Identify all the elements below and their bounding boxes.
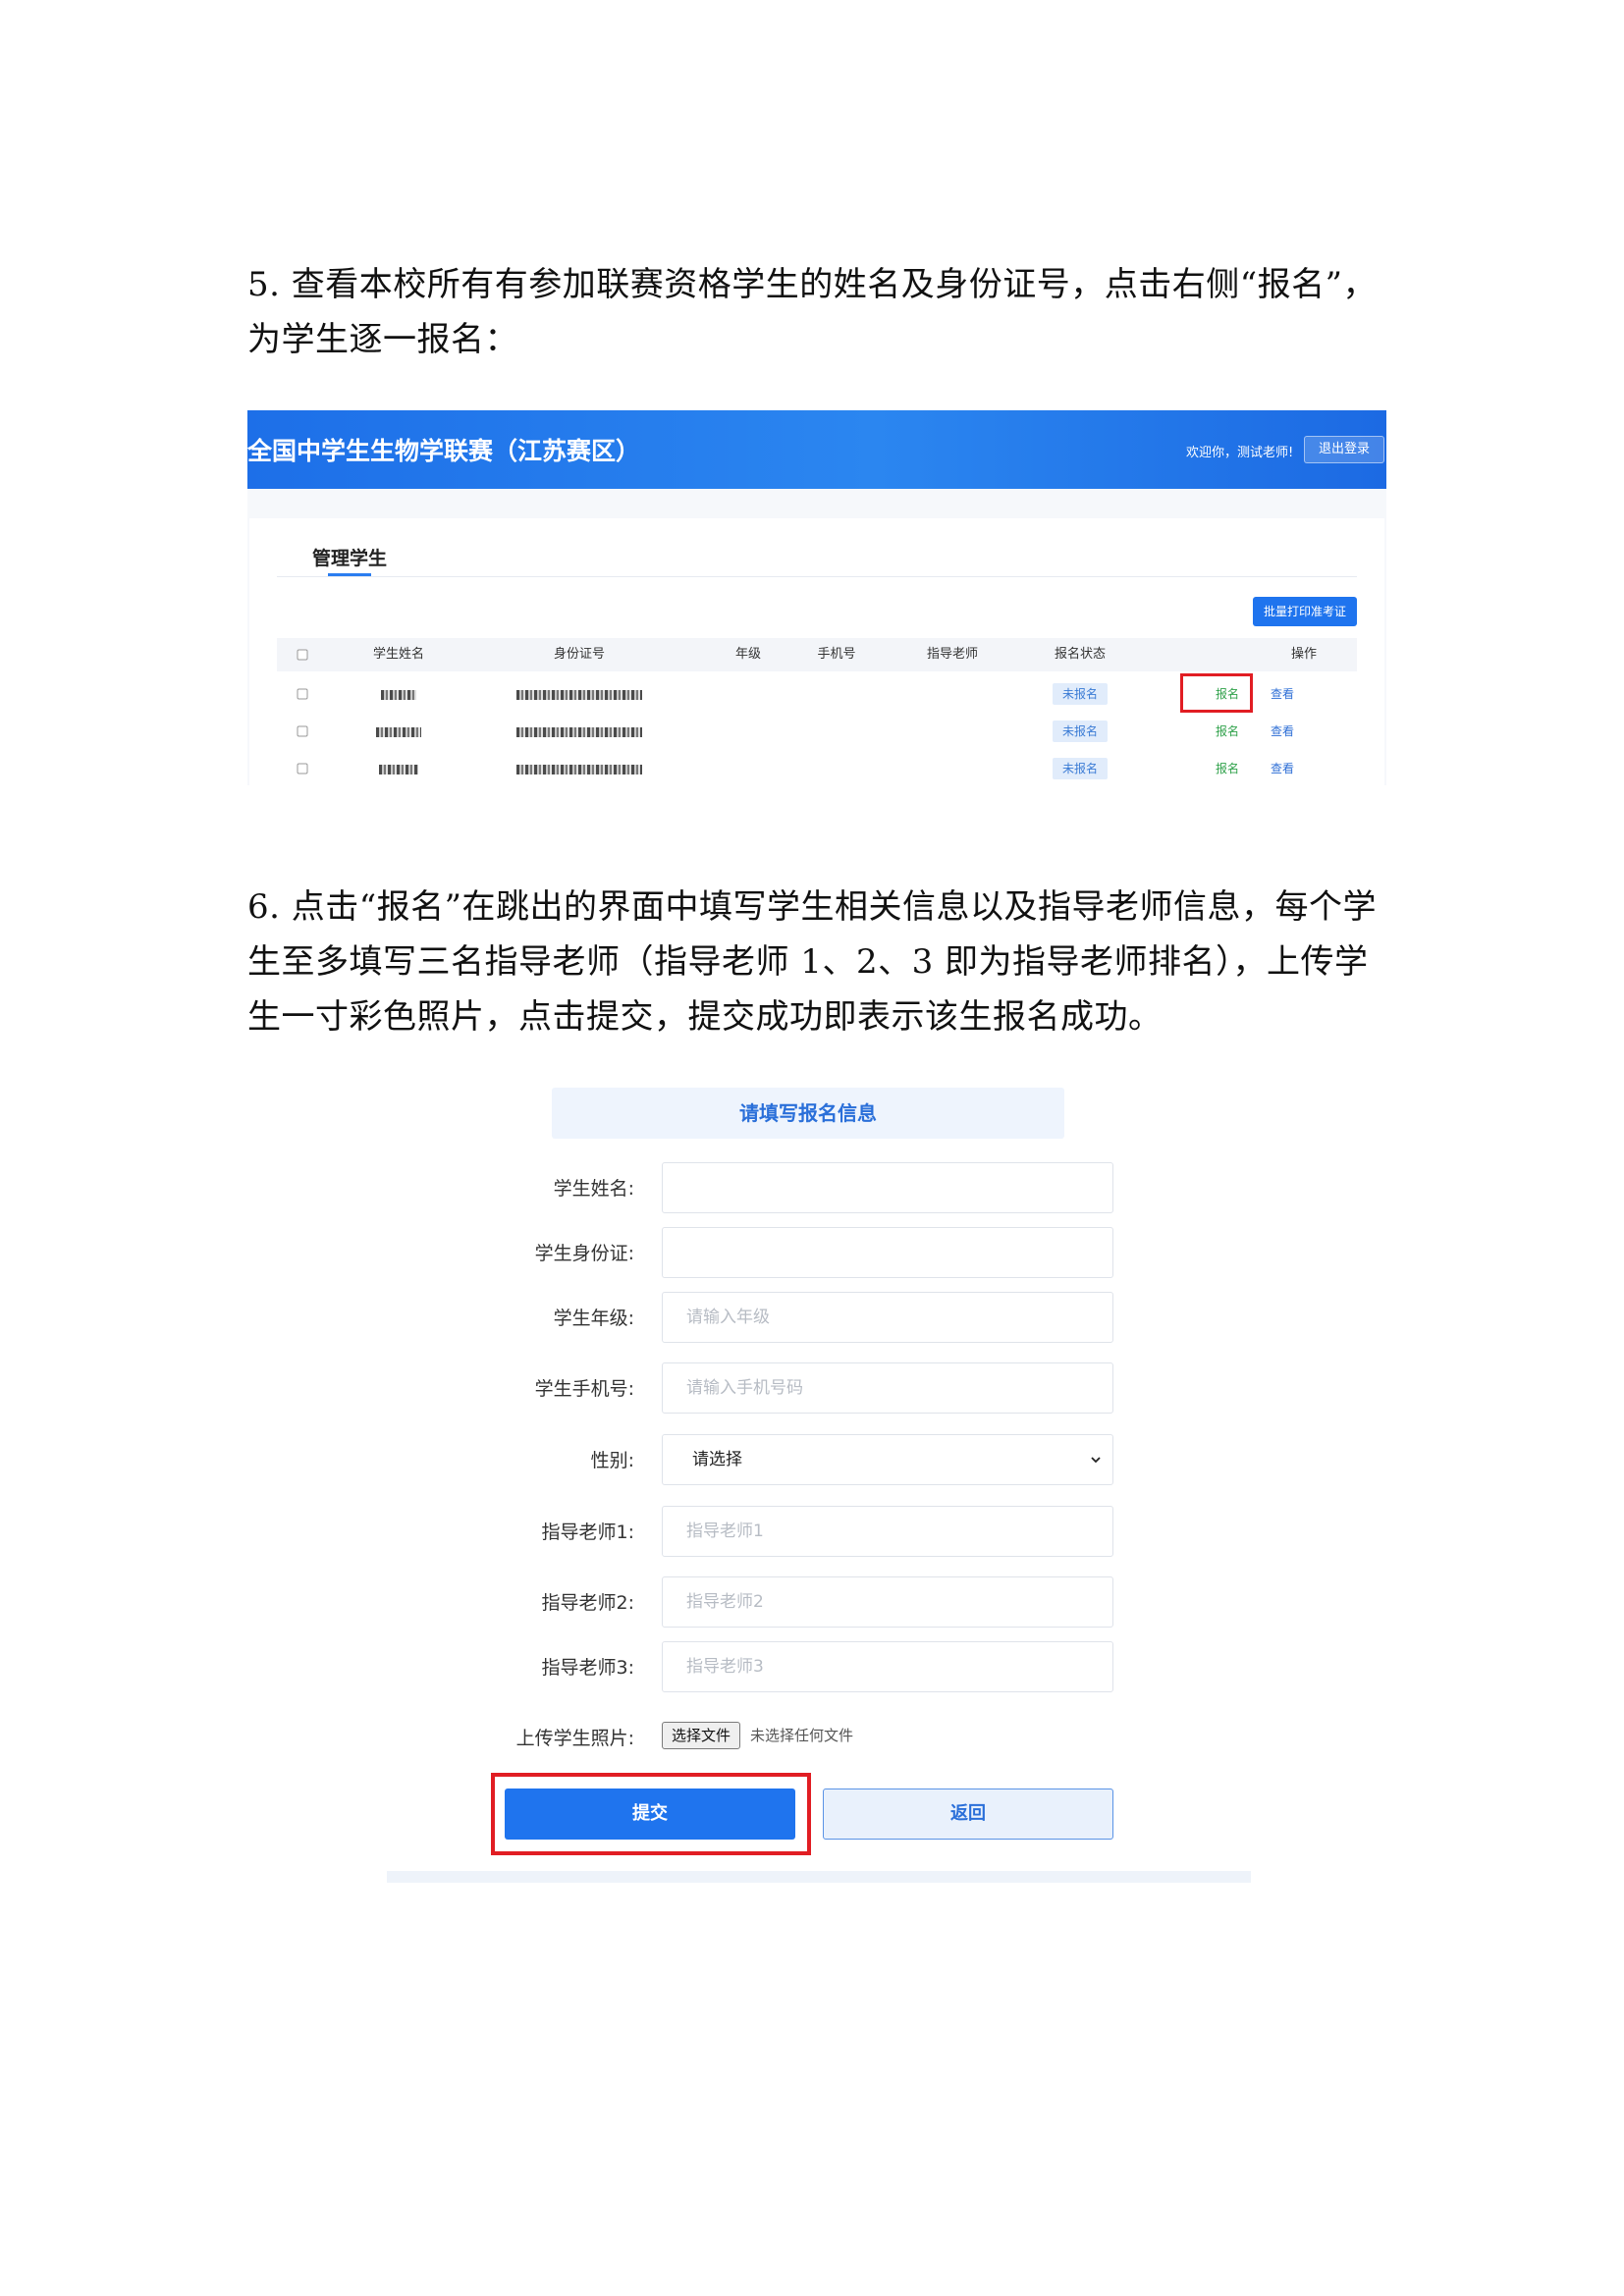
status-badge: 未报名: [1052, 683, 1109, 705]
register-highlight-box: [1180, 673, 1253, 713]
step-6-instruction: 6. 点击“报名”在跳出的界面中填写学生相关信息以及指导老师信息，每个学生至多填…: [247, 887, 1378, 1037]
photo-upload-label: 上传学生照片:: [515, 1728, 634, 1749]
student-phone-label: 学生手机号:: [534, 1378, 634, 1400]
student-name-redacted: [376, 713, 421, 750]
batch-print-admission-button[interactable]: 批量打印准考证: [1253, 597, 1357, 626]
col-grade: 年级: [734, 647, 762, 662]
student-id-input[interactable]: [662, 1227, 1113, 1278]
gender-select[interactable]: 请选择: [662, 1434, 1113, 1485]
status-badge: 未报名: [1052, 721, 1109, 742]
view-link[interactable]: 查看: [1271, 713, 1294, 750]
choose-file-button[interactable]: 选择文件: [662, 1722, 740, 1749]
app-header: 全国中学生生物学联赛（江苏赛区） 欢迎你，测试老师! 退出登录: [247, 410, 1386, 489]
col-phone: 手机号: [817, 647, 856, 662]
table-header: 学生姓名 身份证号 年级 手机号 指导老师 报名状态 操作: [277, 638, 1357, 671]
id-number-redacted: [516, 750, 642, 785]
col-id-number: 身份证号: [553, 647, 606, 662]
step-5-instruction: 5. 查看本校所有有参加联赛资格学生的姓名及身份证号，点击右侧“报名”，为学生逐…: [247, 265, 1378, 359]
status-badge: 未报名: [1052, 758, 1109, 779]
tab-manage-students[interactable]: 管理学生: [312, 544, 387, 570]
col-actions: 操作: [1290, 647, 1318, 662]
view-link[interactable]: 查看: [1271, 675, 1294, 713]
register-link[interactable]: 报名: [1216, 750, 1239, 785]
tab-divider: [277, 576, 1357, 577]
teacher3-input[interactable]: [662, 1641, 1113, 1692]
chevron-down-icon: [1091, 1457, 1101, 1464]
col-teacher: 指导老师: [926, 647, 979, 662]
teacher2-input[interactable]: [662, 1576, 1113, 1628]
student-grade-label: 学生年级:: [553, 1308, 634, 1329]
student-management-screenshot: 全国中学生生物学联赛（江苏赛区） 欢迎你，测试老师! 退出登录 管理学生 批量打…: [247, 410, 1386, 785]
student-list-card: 管理学生 批量打印准考证 学生姓名 身份证号 年级 手机号 指导老师 报名状态 …: [249, 518, 1384, 785]
select-all-checkbox[interactable]: [297, 649, 308, 661]
teacher1-label: 指导老师1:: [541, 1522, 635, 1543]
col-status: 报名状态: [1054, 647, 1107, 662]
student-grade-input[interactable]: [662, 1292, 1113, 1343]
student-name-label: 学生姓名:: [553, 1178, 634, 1200]
logout-button[interactable]: 退出登录: [1304, 436, 1384, 463]
id-number-redacted: [516, 675, 642, 713]
register-link[interactable]: 报名: [1216, 713, 1239, 750]
row-checkbox[interactable]: [297, 725, 308, 737]
student-name-input[interactable]: [662, 1162, 1113, 1213]
view-link[interactable]: 查看: [1271, 750, 1294, 785]
table-row: 未报名 报名 查看: [277, 750, 1357, 785]
back-button[interactable]: 返回: [823, 1789, 1113, 1840]
student-name-redacted: [381, 675, 416, 713]
status-cell: 未报名: [1052, 750, 1109, 785]
table-row: 未报名 报名 查看: [277, 713, 1357, 750]
id-number-redacted: [516, 713, 642, 750]
app-title: 全国中学生生物学联赛（江苏赛区）: [247, 437, 641, 465]
teacher3-label: 指导老师3:: [541, 1657, 635, 1679]
row-checkbox[interactable]: [297, 688, 308, 700]
student-name-redacted: [379, 750, 418, 785]
file-status-text: 未选择任何文件: [750, 1727, 854, 1744]
student-id-label: 学生身份证:: [534, 1243, 634, 1264]
status-cell: 未报名: [1052, 675, 1109, 713]
status-cell: 未报名: [1052, 713, 1109, 750]
submit-highlight-box: [491, 1773, 811, 1855]
teacher2-label: 指导老师2:: [541, 1592, 635, 1614]
col-student-name: 学生姓名: [372, 647, 425, 662]
student-phone-input[interactable]: [662, 1362, 1113, 1414]
welcome-text: 欢迎你，测试老师!: [1186, 446, 1294, 460]
gender-label: 性别:: [590, 1450, 634, 1471]
row-checkbox[interactable]: [297, 763, 308, 774]
form-bottom-border: [387, 1871, 1251, 1883]
form-title: 请填写报名信息: [552, 1088, 1064, 1139]
teacher1-input[interactable]: [662, 1506, 1113, 1557]
